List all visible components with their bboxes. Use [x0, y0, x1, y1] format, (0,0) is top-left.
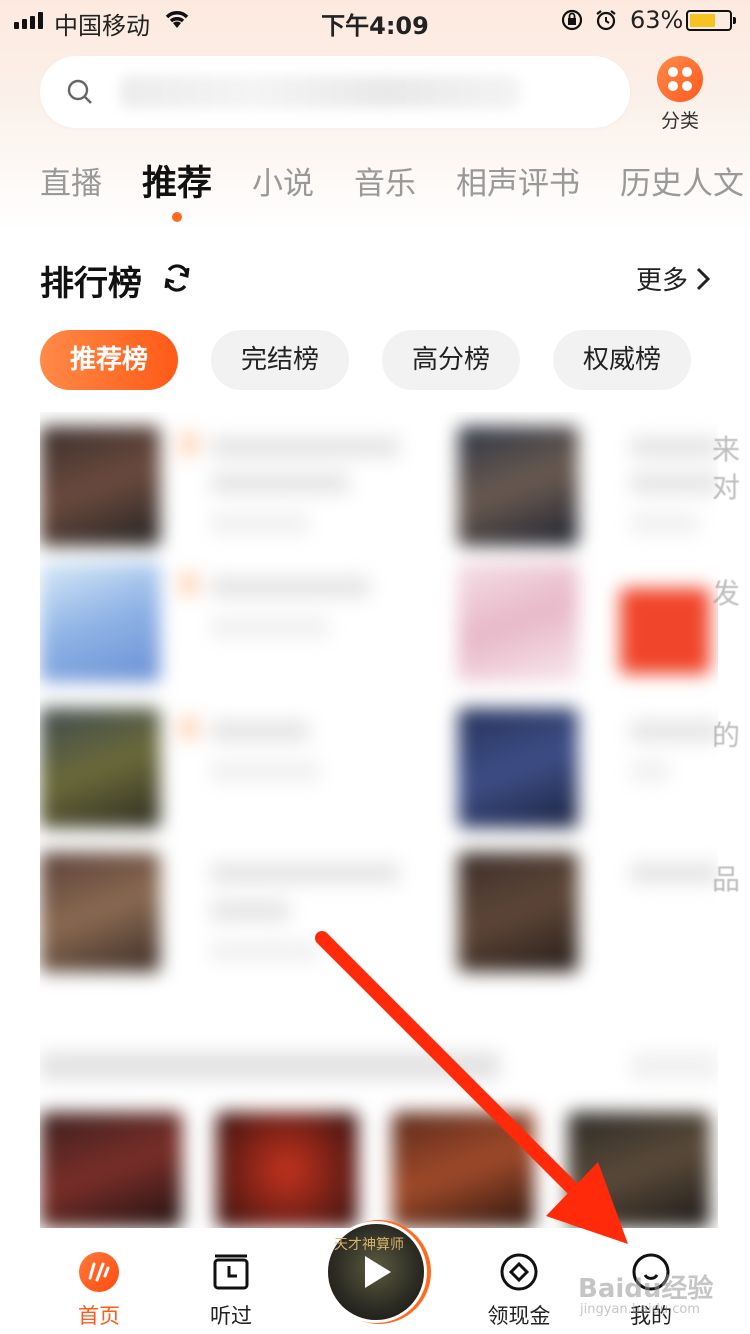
chip-recommend-rank[interactable]: 推荐榜 — [40, 330, 179, 390]
chevron-right-icon — [696, 267, 710, 290]
more-link[interactable]: 更多 — [636, 260, 710, 297]
watermark-logo: Baidu经验 — [578, 1274, 714, 1304]
book-cover[interactable] — [458, 852, 578, 972]
book-cover[interactable] — [40, 426, 160, 546]
now-playing-button[interactable]: 天才神算师 — [328, 1224, 424, 1320]
chip-high-score-rank[interactable]: 高分榜 — [382, 330, 521, 390]
chip-completed-rank[interactable]: 完结榜 — [211, 330, 350, 390]
battery-percent: 63% — [630, 6, 684, 34]
section-title: 排行榜 — [40, 264, 142, 304]
nav-earn-cash-label: 领现金 — [487, 1304, 551, 1328]
search-placeholder-blurred — [120, 76, 520, 108]
category-grid-icon — [657, 56, 703, 102]
book-cover[interactable] — [40, 852, 160, 972]
nav-home[interactable]: 首页 — [54, 1252, 144, 1330]
category-label: 分类 — [660, 110, 699, 132]
nav-home-label: 首页 — [78, 1304, 120, 1328]
red-badge-blurred — [620, 588, 710, 674]
now-playing-cover-text: 天才神算师 — [334, 1237, 404, 1253]
channel-tabs: 直播 推荐 小说 音乐 相声评书 历史人文 — [40, 162, 750, 222]
tab-crosstalk[interactable]: 相声评书 — [456, 162, 580, 222]
book-cover[interactable] — [40, 562, 160, 682]
book-cover[interactable] — [40, 708, 160, 828]
watermark-url: jingyan.baidu.com — [580, 1302, 700, 1317]
nav-history[interactable]: 听过 — [186, 1252, 276, 1330]
book-cover[interactable] — [458, 426, 578, 546]
search-icon — [67, 79, 92, 104]
alarm-icon — [596, 10, 616, 31]
book-cover[interactable] — [568, 1112, 710, 1228]
edge-text: 对 — [711, 471, 740, 504]
tab-music[interactable]: 音乐 — [354, 162, 416, 222]
cash-diamond-icon — [500, 1253, 538, 1291]
tab-novel[interactable]: 小说 — [252, 162, 314, 222]
edge-text: 发 — [711, 577, 740, 610]
nav-earn-cash[interactable]: 领现金 — [474, 1252, 564, 1330]
edge-text: 的 — [711, 719, 740, 752]
nav-history-label: 听过 — [210, 1304, 252, 1328]
tab-recommend[interactable]: 推荐 — [142, 162, 212, 222]
ranking-chips: 推荐榜 完结榜 高分榜 权威榜 — [40, 330, 692, 390]
search-bar[interactable] — [40, 56, 630, 128]
book-cover[interactable] — [216, 1112, 358, 1228]
book-cover[interactable] — [40, 1112, 182, 1228]
book-cover[interactable] — [458, 562, 578, 682]
active-tab-dot — [172, 212, 182, 222]
tab-live[interactable]: 直播 — [40, 162, 102, 222]
ranking-list-blurred — [40, 412, 718, 1228]
book-cover[interactable] — [392, 1112, 534, 1228]
status-bar: 中国移动 下午4:09 63% — [0, 0, 750, 40]
history-calendar-icon — [213, 1254, 249, 1290]
battery-icon — [686, 10, 736, 31]
home-icon — [79, 1252, 119, 1292]
rotation-lock-icon — [561, 9, 583, 31]
book-cover[interactable] — [458, 708, 578, 828]
refresh-icon[interactable] — [161, 262, 193, 294]
tab-history[interactable]: 历史人文 — [620, 162, 744, 222]
edge-text: 品 — [711, 863, 740, 896]
chip-authority-rank[interactable]: 权威榜 — [553, 330, 692, 390]
more-label: 更多 — [635, 266, 688, 296]
play-icon — [365, 1256, 391, 1288]
edge-text: 来 — [711, 433, 740, 466]
category-button[interactable]: 分类 — [654, 56, 706, 133]
